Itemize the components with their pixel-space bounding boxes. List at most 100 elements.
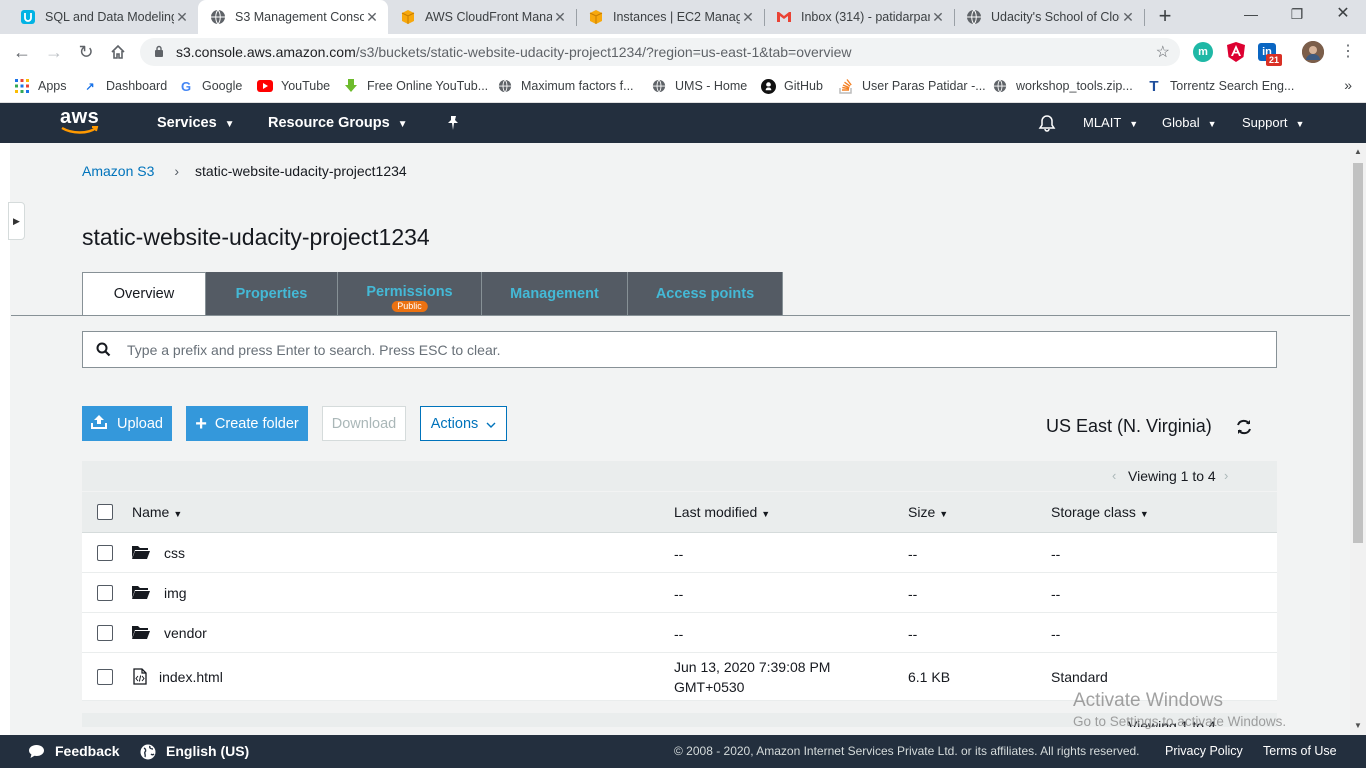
object-name-link[interactable]: css [164,545,185,561]
account-menu[interactable]: MLAIT ▼ [1083,103,1138,143]
browser-tab-cloudfront[interactable]: AWS CloudFront Management ✕ [388,0,576,34]
bookmark-github[interactable]: GitHub [760,76,823,96]
object-name-link[interactable]: vendor [164,625,207,641]
folder-icon [132,545,150,562]
more-bookmarks-icon[interactable]: » [1344,77,1352,93]
scrollbar-thumb[interactable] [1353,163,1363,543]
tab-overview[interactable]: Overview [82,272,206,316]
minimize-icon[interactable]: — [1228,0,1274,30]
bookmark-youtube[interactable]: YouTube [257,76,330,96]
refresh-icon[interactable] [1236,418,1252,436]
bookmark-apps[interactable]: Apps [14,76,67,96]
scroll-up-icon[interactable]: ▲ [1354,147,1362,156]
row-checkbox[interactable] [97,585,113,601]
home-icon[interactable] [106,40,130,64]
page-scrollbar[interactable]: ▲ ▼ [1350,143,1366,735]
last-modified-cell: -- [674,586,684,602]
table-row[interactable]: vendor -- -- -- [82,613,1277,653]
breadcrumb: Amazon S3 › static-website-udacity-project… [82,163,407,179]
row-checkbox[interactable] [97,625,113,641]
column-name[interactable]: Name ▼ [132,504,182,520]
select-all-checkbox[interactable] [97,504,113,520]
browser-tab-udacity[interactable]: Udacity's School of Cloud ✕ [954,0,1144,34]
browser-tab-ec2[interactable]: Instances | EC2 Management ✕ [576,0,764,34]
back-icon[interactable]: ← [10,40,34,64]
close-icon[interactable]: ✕ [552,9,568,26]
forward-icon[interactable]: → [42,40,66,64]
column-label: Name [132,504,170,520]
sidebar-toggle-button[interactable]: ▶ [8,202,25,240]
object-name-link[interactable]: img [164,585,187,601]
bookmark-torrentz[interactable]: T Torrentz Search Eng... [1146,76,1294,96]
create-folder-button[interactable]: + Create folder [186,406,308,441]
storage-class-cell: -- [1051,586,1061,602]
close-icon[interactable]: ✕ [174,9,190,26]
upload-button[interactable]: Upload [82,406,172,441]
bookmark-label: UMS - Home [675,79,748,93]
dashboard-icon: ↗ [85,80,95,93]
breadcrumb-amazon-s3[interactable]: Amazon S3 [82,163,154,179]
pin-icon[interactable] [446,103,460,143]
window-close-icon[interactable]: ✕ [1320,0,1366,30]
bell-icon[interactable] [1038,103,1056,143]
terms-of-use-link[interactable]: Terms of Use [1263,735,1337,768]
close-icon[interactable]: ✕ [1120,9,1136,26]
search-input[interactable]: Type a prefix and press Enter to search.… [82,331,1277,368]
aws-logo-text: aws [60,106,100,128]
tab-access-points[interactable]: Access points [628,272,783,315]
reload-icon[interactable]: ↻ [74,40,98,64]
tab-properties[interactable]: Properties [206,272,338,315]
close-icon[interactable]: ✕ [364,9,380,26]
actions-dropdown[interactable]: Actions [420,406,507,441]
region-menu[interactable]: Global ▼ [1162,103,1217,143]
bookmark-workshop-tools[interactable]: workshop_tools.zip... [992,76,1133,96]
table-row[interactable]: css -- -- -- [82,533,1277,573]
angular-icon[interactable] [1226,42,1246,62]
bookmark-google[interactable]: G Google [178,76,242,96]
language-label: English (US) [166,743,250,759]
tab-management[interactable]: Management [482,272,628,315]
scroll-down-icon[interactable]: ▼ [1354,721,1362,730]
menu-icon[interactable]: ⋮ [1336,40,1360,64]
maximize-icon[interactable]: ❐ [1274,0,1320,30]
region-menu-label: Global [1162,115,1200,130]
services-menu[interactable]: Services ▼ [157,103,235,143]
url-path: /s3/buckets/static-website-udacity-proje… [355,44,852,60]
extension-m-icon[interactable]: m [1193,42,1213,62]
tab-label: Permissions [366,283,453,300]
bookmark-free-online-youtube[interactable]: Free Online YouTub... [343,76,488,96]
actions-label: Actions [430,415,479,432]
row-checkbox[interactable] [97,669,113,685]
column-last-modified[interactable]: Last modified ▼ [674,504,770,520]
privacy-policy-link[interactable]: Privacy Policy [1165,735,1243,768]
aws-logo[interactable]: aws [60,107,104,139]
download-button[interactable]: Download [322,406,406,441]
browser-tab-s3[interactable]: S3 Management Console ✕ [198,0,388,34]
object-name-link[interactable]: index.html [159,669,223,685]
address-bar[interactable]: s3.console.aws.amazon.com/s3/buckets/sta… [140,38,1180,66]
table-row[interactable]: img -- -- -- [82,573,1277,613]
last-modified-cell: -- [674,546,684,562]
bookmark-maximum-factors[interactable]: Maximum factors f... [497,76,634,96]
bookmark-dashboard[interactable]: ↗ Dashboard [82,76,167,96]
close-icon[interactable]: ✕ [740,9,756,26]
feedback-button[interactable]: Feedback [28,735,120,768]
resource-groups-menu[interactable]: Resource Groups ▼ [268,103,408,143]
browser-tab-sql[interactable]: SQL and Data Modeling ✕ [8,0,198,34]
next-page-icon[interactable]: › [1224,468,1228,483]
column-size[interactable]: Size ▼ [908,504,948,520]
column-storage-class[interactable]: Storage class ▼ [1051,504,1149,520]
globe-icon [966,9,982,25]
close-icon[interactable]: ✕ [930,9,946,26]
row-checkbox[interactable] [97,545,113,561]
bookmark-star-icon[interactable]: ☆ [1156,42,1170,62]
language-selector[interactable]: English (US) [140,735,249,768]
bookmark-user-paras[interactable]: User Paras Patidar -... [838,76,986,96]
browser-tab-gmail[interactable]: Inbox (314) - patidarparas ✕ [764,0,954,34]
tab-permissions[interactable]: Permissions Public [338,272,482,315]
prev-page-icon[interactable]: ‹ [1112,468,1116,483]
profile-avatar[interactable] [1302,41,1324,63]
bookmark-ums-home[interactable]: UMS - Home [651,76,747,96]
support-menu[interactable]: Support ▼ [1242,103,1304,143]
new-tab-button[interactable]: + [1153,5,1177,29]
